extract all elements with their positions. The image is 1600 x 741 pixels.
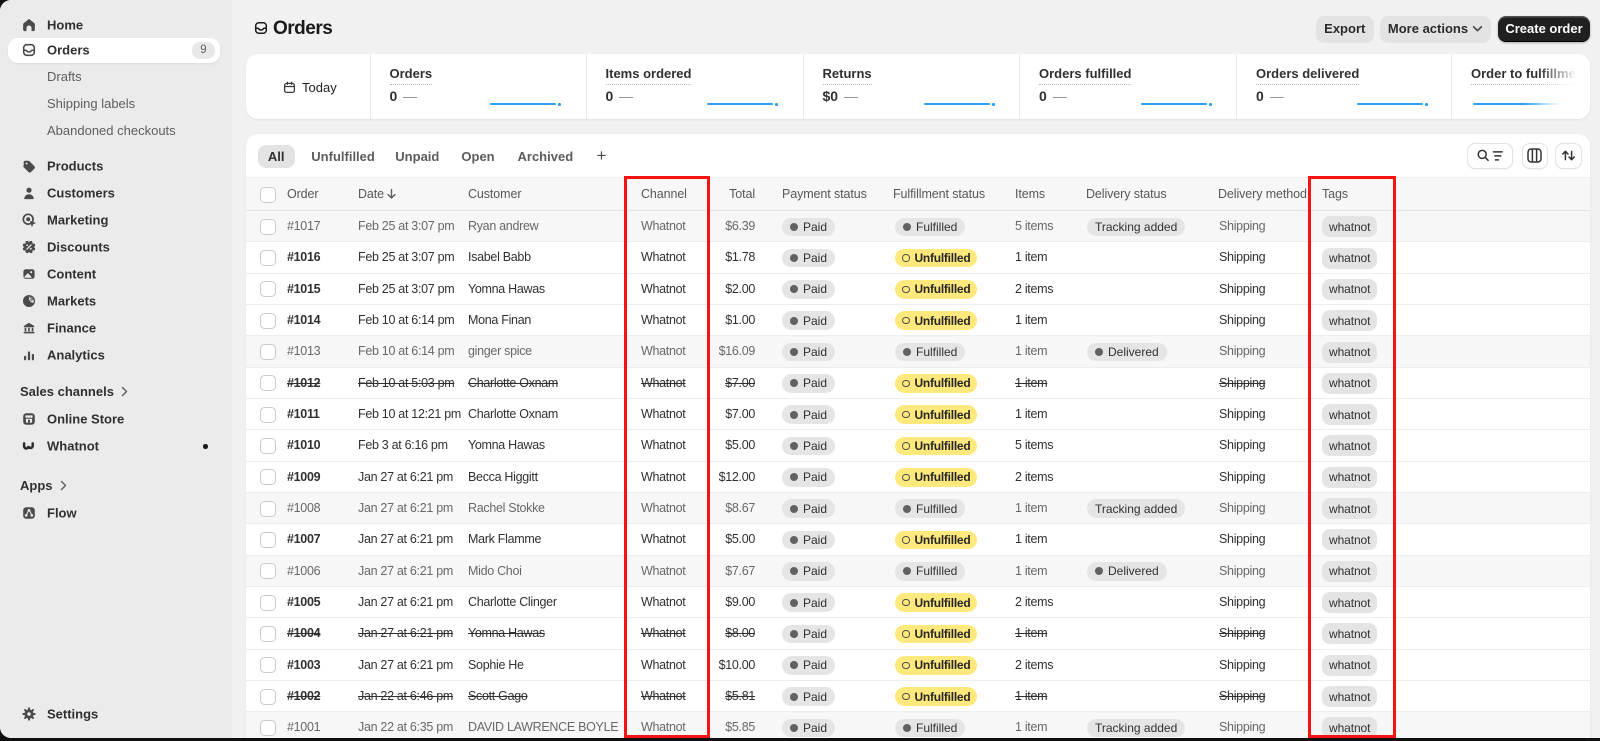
svg-text:$: $ bbox=[30, 296, 34, 303]
